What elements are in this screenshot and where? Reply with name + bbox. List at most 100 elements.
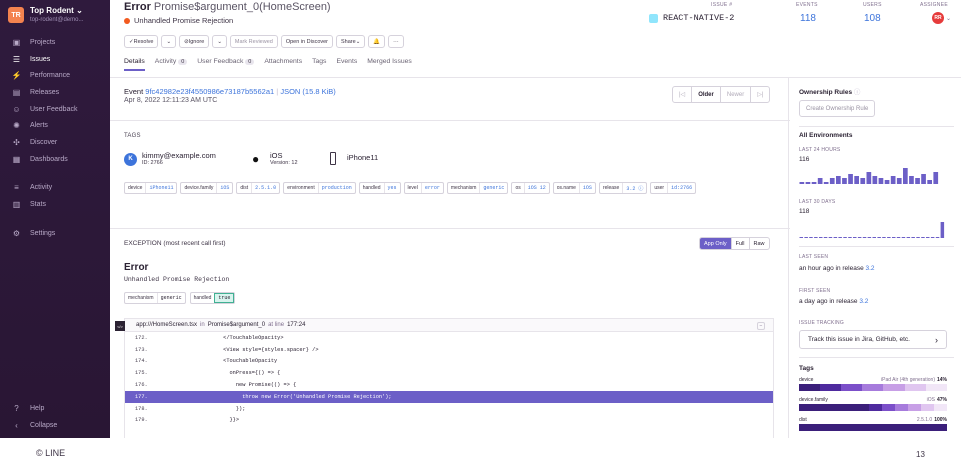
oldest-button[interactable]: |◁ — [673, 87, 693, 102]
tag-distribution-bar — [799, 404, 947, 411]
tag-pill-environment[interactable]: environment production — [283, 182, 356, 194]
last-seen-release-link[interactable]: 3.2 — [866, 265, 875, 272]
tab-user-feedback[interactable]: User Feedback 0 — [197, 58, 255, 71]
subscribe-button[interactable]: 🔔 — [368, 35, 386, 48]
more-actions-button[interactable]: ··· — [388, 35, 404, 48]
assignee-selector[interactable]: RR ⌄ — [931, 12, 951, 24]
tag-distribution-dist[interactable]: dist 2.5.1.0 100% — [799, 417, 947, 431]
json-link[interactable]: JSON (15.8 KiB) — [280, 87, 335, 96]
sidebar-item-issues[interactable]: ☰ Issues — [0, 51, 110, 68]
tag-pill-user[interactable]: user id:2766 — [650, 182, 697, 194]
tag-pill-os-name[interactable]: os.name iOS — [552, 182, 596, 194]
sparkline-bar — [915, 178, 920, 184]
resolve-options-button[interactable]: ⌄ — [161, 35, 177, 48]
tag-value[interactable]: generic — [479, 183, 507, 193]
event-id-link[interactable]: 9fc42982e23f4550986e73187b5562a1 — [145, 87, 274, 96]
ignore-options-button[interactable]: ⌄ — [212, 35, 227, 48]
tag-pill-device[interactable]: device iPhone11 — [124, 182, 178, 194]
sidebar-item-label: Discover — [30, 138, 58, 146]
code-line: 179. }}> — [125, 415, 773, 427]
tag-pill-release[interactable]: release 3.2 ⓘ — [598, 182, 648, 194]
tab-attachments[interactable]: Attachments — [264, 58, 302, 71]
ignore-button[interactable]: ⊘ Ignore — [179, 35, 210, 48]
collapse-frame-icon[interactable]: − — [757, 322, 765, 330]
org-switcher[interactable]: TR Top Rodent ⌄ top-rodent@demo... — [0, 0, 110, 30]
sidebar-item-activity[interactable]: ≡ Activity — [0, 180, 110, 197]
sidebar-item-projects[interactable]: ▣ Projects — [0, 34, 110, 51]
tag-pill-level[interactable]: level error — [403, 182, 444, 194]
frame-file: app:///HomeScreen.tsx — [136, 322, 198, 328]
sidebar-item-label: Stats — [30, 201, 46, 209]
line-logo: © LINE — [36, 448, 66, 458]
mode-raw-button[interactable]: Raw — [750, 238, 769, 249]
tag-pill-device-family[interactable]: device.family iOS — [180, 182, 234, 194]
tag-pill-os[interactable]: os iOS 12 — [511, 182, 550, 194]
code-context: 172. </TouchableOpacity> 173. <View style… — [124, 332, 774, 438]
tag-value[interactable]: iOS 12 — [523, 183, 549, 193]
code-line: 178. }); — [125, 403, 773, 415]
exception-title: EXCEPTION (most recent call first) — [124, 240, 226, 247]
resolve-button[interactable]: ✓ Resolve — [124, 35, 159, 48]
sidebar-item-dashboards[interactable]: ▦ Dashboards — [0, 151, 110, 168]
activity-icon: ≡ — [14, 183, 19, 193]
sparkline-bar — [842, 178, 847, 184]
last30-label: LAST 30 DAYS — [799, 199, 836, 205]
tag-value[interactable]: production — [317, 183, 355, 193]
sidebar-item-label: Collapse — [30, 422, 58, 430]
mode-app-only-button[interactable]: App Only — [700, 238, 732, 249]
open-in-discover-button[interactable]: Open in Discover — [280, 35, 334, 48]
tag-value[interactable]: iOS — [578, 183, 595, 193]
sidebar-item-settings[interactable]: ⚙ Settings — [0, 225, 110, 242]
mark-reviewed-button[interactable]: Mark Reviewed — [229, 35, 278, 48]
users-count[interactable]: 108 — [864, 13, 881, 24]
tag-pill-handled[interactable]: handled yes — [358, 182, 401, 194]
create-ownership-rule-button[interactable]: Create Ownership Rule — [799, 100, 876, 117]
tag-pill-dist[interactable]: dist 2.5.1.0 — [236, 182, 281, 194]
first-seen-release-link[interactable]: 3.2 — [859, 298, 868, 305]
line-code: new Promise(() => { — [185, 382, 297, 389]
bell-icon: 🔔 — [373, 38, 381, 45]
sidebar-item-user-feedback[interactable]: ☺ User Feedback — [0, 101, 110, 118]
issue-id[interactable]: REACT-NATIVE-2 — [649, 13, 734, 23]
org-avatar: TR — [8, 7, 24, 23]
tag-value[interactable]: iPhone11 — [145, 183, 176, 193]
newest-button[interactable]: ▷| — [751, 87, 769, 102]
tab-merged-issues[interactable]: Merged Issues — [367, 58, 412, 71]
tag-value[interactable]: 2.5.1.0 — [251, 183, 279, 193]
newer-button[interactable]: Newer — [721, 87, 752, 102]
tag-distribution-device[interactable]: device iPad Air (4th generation) 14% — [799, 377, 947, 391]
track-issue-button[interactable]: Track this issue in Jira, GitHub, etc. › — [799, 330, 947, 349]
sidebar-item-performance[interactable]: ⚡ Performance — [0, 67, 110, 84]
chevron-down-icon: ⌄ — [76, 6, 83, 15]
event-date: Apr 8, 2022 12:11:23 AM UTC — [124, 97, 218, 104]
tab-events[interactable]: Events — [336, 58, 357, 71]
sidebar-item-stats[interactable]: ▥ Stats — [0, 196, 110, 213]
tag-key: os — [515, 185, 521, 191]
tag-value[interactable]: yes — [383, 183, 400, 193]
sidebar-item-releases[interactable]: ▤ Releases — [0, 84, 110, 101]
tag-pill-mechanism[interactable]: mechanism generic — [446, 182, 509, 194]
tag-value[interactable]: 3.2 ⓘ — [622, 183, 646, 193]
events-count[interactable]: 118 — [800, 13, 816, 24]
tab-tags[interactable]: Tags — [312, 58, 326, 71]
older-button[interactable]: Older — [692, 87, 721, 102]
mode-full-button[interactable]: Full — [732, 238, 750, 249]
sidebar-item-collapse[interactable]: ‹ Collapse — [0, 417, 110, 434]
org-email: top-rodent@demo... — [30, 17, 84, 23]
tab-details[interactable]: Details — [124, 58, 145, 71]
tab-activity[interactable]: Activity 0 — [154, 58, 188, 71]
issue-header: Error Promise$argument_0(HomeScreen) Unha… — [124, 0, 961, 77]
stack-frame-header[interactable]: </> app:///HomeScreen.tsx in Promise$arg… — [115, 318, 774, 332]
share-button[interactable]: Share ⌄ — [336, 35, 366, 48]
tag-distribution-device-family[interactable]: device.family iOS 47% — [799, 397, 947, 411]
sidebar-item-help[interactable]: ? Help — [0, 401, 110, 418]
tag-value[interactable]: error — [420, 183, 443, 193]
sparkline-24h — [799, 168, 939, 184]
tag-key: user — [654, 185, 665, 191]
last30-value: 118 — [799, 208, 810, 215]
tag-value[interactable]: iOS — [216, 183, 232, 193]
tag-value[interactable]: id:2766 — [667, 183, 695, 193]
sidebar-item-alerts[interactable]: ✺ Alerts — [0, 117, 110, 134]
tab-label: Activity — [154, 58, 177, 65]
sidebar-item-discover[interactable]: ✣ Discover — [0, 134, 110, 151]
